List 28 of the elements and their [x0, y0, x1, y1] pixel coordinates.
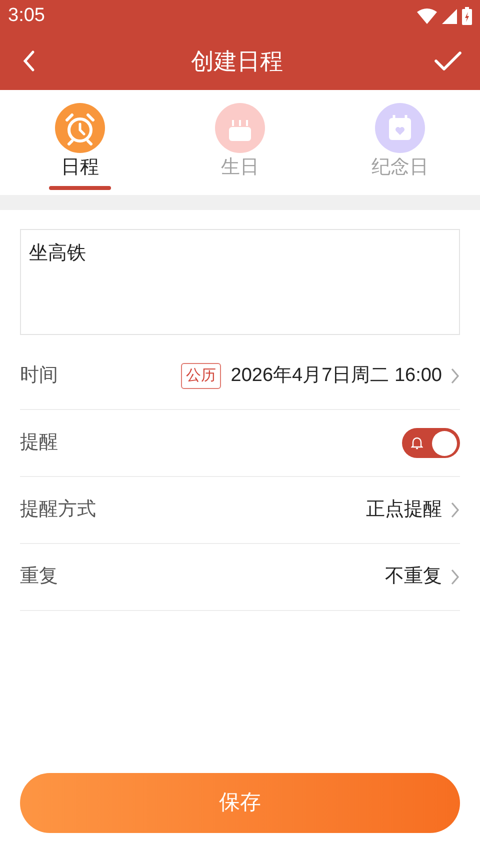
option-picker[interactable]: 不重复	[385, 562, 460, 592]
chevron-icon	[450, 568, 460, 586]
signal-icon	[442, 8, 457, 24]
wifi-icon	[417, 8, 437, 24]
cake-icon	[215, 103, 265, 153]
row-value: 正点提醒	[366, 498, 442, 522]
row-label: 时间	[20, 364, 58, 388]
tab[interactable]: 日程	[0, 90, 160, 195]
row-label: 提醒方式	[20, 498, 96, 522]
row-value: 不重复	[385, 564, 442, 589]
row-label: 提醒	[20, 430, 58, 455]
switch-knob	[432, 430, 457, 456]
reminder-switch[interactable]	[402, 428, 460, 458]
row-value: 2026年4月7日周二 16:00	[230, 364, 442, 388]
calendar-icon	[375, 103, 425, 153]
note-field[interactable]: 坐高铁	[20, 229, 460, 335]
tab-indicator	[49, 186, 111, 190]
battery-icon	[462, 7, 472, 25]
chevron-icon	[450, 501, 460, 519]
page-title: 创建日程	[191, 46, 283, 76]
status-time: 3:05	[8, 4, 45, 28]
bell-icon	[411, 436, 423, 450]
chevron-icon	[450, 367, 460, 385]
date-picker[interactable]: 公历 2026年4月7日周二 16:00	[180, 362, 460, 390]
calendar-type-badge: 公历	[180, 362, 221, 390]
option-picker[interactable]: 正点提醒	[366, 496, 460, 524]
row-label: 重复	[20, 564, 58, 589]
alarm-clock-icon	[55, 103, 105, 153]
